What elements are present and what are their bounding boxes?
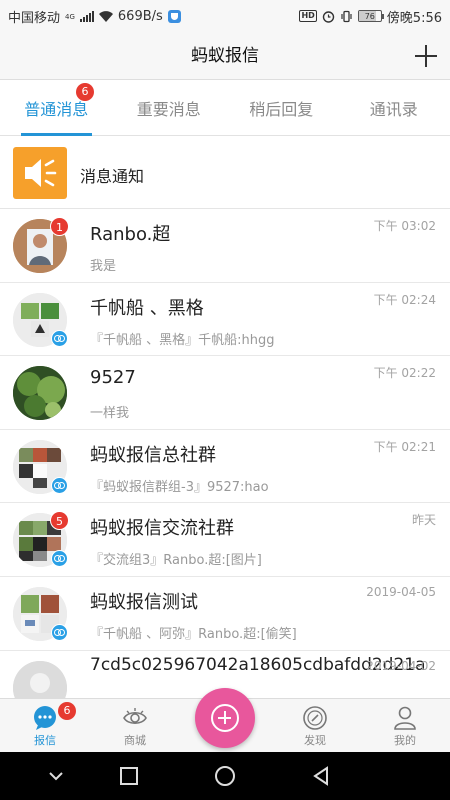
nav-label: 报信 bbox=[34, 734, 56, 747]
tab-label: 通讯录 bbox=[369, 100, 418, 119]
app-title: 蚂蚁报信 bbox=[191, 46, 259, 66]
conversation-time: 2019-04-05 bbox=[366, 584, 436, 599]
tab-normal-messages[interactable]: 普通消息 6 bbox=[0, 81, 113, 136]
vibrate-icon bbox=[340, 10, 353, 23]
group-icon bbox=[51, 329, 68, 347]
conversation-name: 千帆船 、黑格 bbox=[90, 297, 204, 319]
conversation-preview: 『千帆船 、阿弥』Ranbo.超:[偷笑] bbox=[90, 626, 297, 642]
conversation-preview: 『千帆船 、黑格』千帆船:hhgg bbox=[90, 332, 275, 348]
tab-label: 重要消息 bbox=[136, 100, 201, 119]
home-icon[interactable] bbox=[213, 764, 237, 788]
tab-label: 稍后回复 bbox=[249, 100, 314, 119]
conversation-item[interactable]: 9527 一样我 下午 02:22 bbox=[0, 356, 450, 430]
unread-badge: 6 bbox=[58, 702, 76, 720]
conversation-item[interactable]: 1 Ranbo.超 我是 下午 03:02 bbox=[0, 209, 450, 283]
conversation-time: 下午 02:21 bbox=[373, 439, 436, 454]
tab-important-messages[interactable]: 重要消息 bbox=[113, 81, 226, 135]
hd-icon: HD bbox=[299, 10, 317, 22]
shield-icon bbox=[167, 9, 181, 23]
message-notification-row[interactable]: 消息通知 bbox=[0, 137, 450, 209]
conversation-time: 昨天 bbox=[411, 513, 436, 528]
person-icon bbox=[392, 705, 418, 731]
nav-label: 发现 bbox=[304, 734, 326, 747]
conversation-preview: 我是 bbox=[90, 259, 117, 274]
default-avatar-icon bbox=[13, 660, 67, 698]
wifi-icon bbox=[98, 10, 113, 22]
conversation-item[interactable]: 蚂蚁报信测试 『千帆船 、阿弥』Ranbo.超:[偷笑] 2019-04-05 bbox=[0, 576, 450, 651]
signal-icon bbox=[79, 10, 94, 22]
avatar bbox=[13, 366, 67, 421]
conversation-name: 蚂蚁报信交流社群 bbox=[90, 518, 234, 540]
add-circle-icon bbox=[211, 704, 239, 732]
tab-contacts[interactable]: 通讯录 bbox=[338, 81, 450, 135]
group-icon bbox=[51, 550, 68, 568]
chat-bubble-icon bbox=[32, 705, 58, 731]
group-icon bbox=[51, 623, 68, 641]
conversation-name: 7cd5c025967042a18605cdbafdd2d21a bbox=[90, 654, 426, 675]
conversation-name: 蚂蚁报信总社群 bbox=[90, 444, 216, 466]
app-header: 蚂蚁报信 bbox=[0, 32, 450, 80]
group-icon bbox=[51, 476, 68, 494]
conversation-time: 下午 02:24 bbox=[373, 292, 436, 307]
message-tabs: 普通消息 6 重要消息 稍后回复 通讯录 bbox=[0, 81, 450, 136]
nav-item-messages[interactable]: 6 报信 bbox=[0, 699, 90, 752]
conversation-name: 9527 bbox=[90, 367, 136, 389]
network-speed: 669B/s bbox=[117, 8, 163, 24]
nav-item-discover[interactable]: 发现 bbox=[270, 699, 360, 752]
network-type: 4G bbox=[65, 12, 75, 21]
conversation-name: 蚂蚁报信测试 bbox=[90, 591, 198, 613]
add-button[interactable] bbox=[414, 44, 438, 68]
conversation-item[interactable]: 5 蚂蚁报信交流社群 『交流组3』Ranbo.超:[图片] 昨天 bbox=[0, 503, 450, 577]
tab-label: 普通消息 bbox=[24, 100, 89, 119]
system-nav-bar bbox=[0, 752, 450, 800]
conversation-item[interactable]: 蚂蚁报信总社群 『蚂蚁报信群组-3』9527:hao 下午 02:21 bbox=[0, 429, 450, 504]
status-bar: 中国移动 4G 669B/s HD 76 傍晚5:56 bbox=[0, 0, 450, 32]
nav-label: 我的 bbox=[394, 734, 416, 747]
conversation-item[interactable]: 千帆船 、黑格 『千帆船 、黑格』千帆船:hhgg 下午 02:24 bbox=[0, 282, 450, 357]
conversation-time: 下午 03:02 bbox=[373, 219, 436, 233]
conversation-list: 1 Ranbo.超 我是 下午 03:02 千帆船 、黑格 『千帆船 、黑格』千… bbox=[0, 209, 450, 698]
tab-reply-later[interactable]: 稍后回复 bbox=[225, 81, 338, 135]
add-circle-button[interactable] bbox=[195, 688, 255, 748]
battery-icon: 76 bbox=[357, 10, 384, 22]
speaker-icon bbox=[13, 147, 67, 199]
chevron-down-icon[interactable] bbox=[44, 764, 68, 788]
conversation-preview: 『蚂蚁报信群组-3』9527:hao bbox=[90, 479, 269, 495]
conversation-time: 2019-04-02 bbox=[366, 658, 436, 673]
conversation-time: 下午 02:22 bbox=[373, 366, 436, 381]
conversation-preview: 『交流组3』Ranbo.超:[图片] bbox=[90, 553, 262, 569]
nav-item-mall[interactable]: 商城 bbox=[90, 699, 180, 752]
back-icon[interactable] bbox=[309, 764, 333, 788]
battery-level: 76 bbox=[364, 11, 375, 21]
unread-badge: 1 bbox=[50, 217, 69, 236]
nav-item-mine[interactable]: 我的 bbox=[360, 699, 450, 752]
carrier-label: 中国移动 bbox=[8, 10, 61, 26]
eye-icon bbox=[122, 705, 148, 731]
notification-label: 消息通知 bbox=[80, 167, 145, 186]
recents-icon[interactable] bbox=[117, 764, 141, 788]
conversation-preview: 一样我 bbox=[90, 406, 130, 422]
unread-badge: 5 bbox=[50, 511, 69, 531]
clock: 傍晚5:56 bbox=[386, 10, 442, 26]
compass-icon bbox=[302, 705, 328, 731]
alarm-icon bbox=[322, 10, 335, 23]
nav-label: 商城 bbox=[124, 734, 146, 747]
active-tab-indicator bbox=[21, 133, 92, 136]
unread-badge: 6 bbox=[76, 83, 94, 101]
conversation-name: Ranbo.超 bbox=[90, 224, 171, 245]
